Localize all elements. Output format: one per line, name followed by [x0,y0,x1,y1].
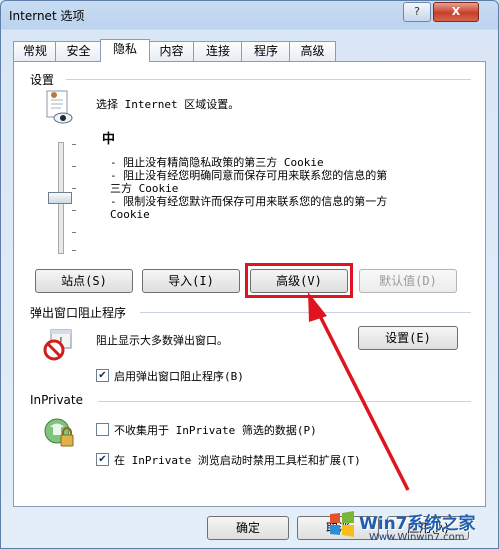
tab-privacy[interactable]: 隐私 [100,39,150,62]
watermark: Win7系统之家 Www.Winwin7.com [325,505,495,547]
watermark-brand: Win7系统之家 [359,514,476,534]
annotation-arrow [308,292,410,491]
windows-logo-icon [330,511,354,537]
watermark-url: Www.Winwin7.com [369,532,465,543]
